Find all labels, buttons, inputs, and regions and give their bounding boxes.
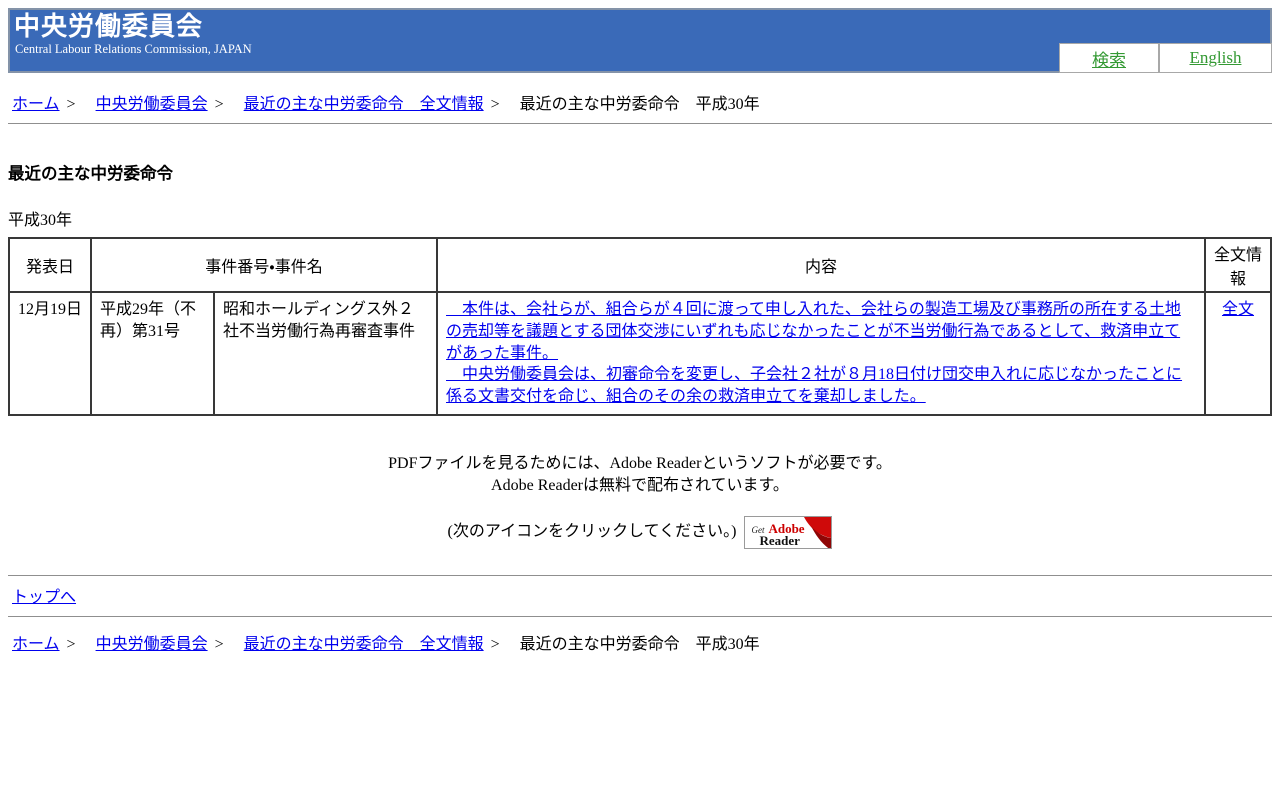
col-header-fulltext: 全文情報 — [1205, 238, 1271, 292]
cell-fulltext: 全文 — [1205, 292, 1271, 415]
summary-link-1[interactable]: 本件は、会社らが、組合らが４回に渡って申し入れた、会社らの製造工場及び事務所の所… — [446, 299, 1196, 364]
divider — [8, 615, 1272, 617]
breadcrumb-current: 最近の主な中労委命令 平成30年 — [519, 96, 760, 113]
summary-link-2[interactable]: 中央労働委員会は、初審命令を変更し、子会社２社が８月18日付け団交申入れに応じな… — [446, 364, 1196, 408]
pdf-note: PDFファイルを見るためには、Adobe Readerというソフトが必要です。 … — [8, 453, 1272, 549]
col-header-date: 発表日 — [9, 238, 91, 292]
english-link[interactable]: English — [1190, 48, 1242, 68]
pdf-note-line2: Adobe Readerは無料で配布されています。 — [491, 476, 789, 494]
english-tab[interactable]: English — [1159, 43, 1272, 73]
cell-date: 12月19日 — [9, 292, 91, 415]
breadcrumb-link-clrc[interactable]: 中央労働委員会 — [96, 96, 208, 113]
site-banner: 中央労働委員会 Central Labour Relations Commiss… — [8, 8, 1272, 73]
breadcrumb-link-clrc[interactable]: 中央労働委員会 — [96, 636, 208, 653]
orders-table: 発表日 事件番号・事件名 内容 全文情報 12月19日 平成29年（不再）第31… — [8, 237, 1272, 416]
search-tab[interactable]: 検索 — [1059, 43, 1159, 73]
table-header-row: 発表日 事件番号・事件名 内容 全文情報 — [9, 238, 1271, 292]
fulltext-link[interactable]: 全文 — [1222, 301, 1254, 318]
breadcrumb-separator: > — [490, 96, 500, 113]
breadcrumb-separator: > — [490, 635, 500, 653]
breadcrumb-link-home[interactable]: ホーム — [12, 96, 60, 113]
top-link[interactable]: トップへ — [12, 589, 76, 606]
cell-case-name: 昭和ホールディングス外２社不当労働行為再審査事件 — [214, 292, 438, 415]
breadcrumb-separator: > — [66, 635, 76, 653]
breadcrumb-footer: ホーム > 中央労働委員会 > 最近の主な中労委命令 全文情報 > 最近の主な中労委命令 平… — [12, 630, 1272, 654]
search-link[interactable]: 検索 — [1092, 46, 1126, 71]
breadcrumb-separator: > — [66, 96, 76, 113]
adobe-ribbon-icon — [804, 516, 832, 548]
divider — [8, 123, 1272, 124]
site-title: 中央労働委員会 — [14, 12, 204, 41]
cell-case-number: 平成29年（不再）第31号 — [91, 292, 214, 415]
breadcrumb-top: ホーム > 中央労働委員会 > 最近の主な中労委命令 全文情報 > 最近の主な中労委命令 平… — [12, 90, 1272, 114]
pdf-icon-line: (次のアイコンをクリックしてください。) Get Adobe Reader — [8, 515, 1272, 549]
get-adobe-reader-badge[interactable]: Get Adobe Reader — [744, 515, 833, 549]
badge-reader-label: Reader — [759, 532, 800, 548]
pdf-note-line3: (次のアイコンをクリックしてください。) — [447, 523, 737, 541]
col-header-case: 事件番号・事件名 — [91, 238, 438, 292]
year-heading: 平成30年 — [8, 212, 73, 229]
breadcrumb-separator: > — [214, 96, 224, 113]
breadcrumb-link-orders-fulltext[interactable]: 最近の主な中労委命令 全文情報 — [244, 636, 484, 653]
breadcrumb-separator: > — [214, 635, 224, 653]
page-title: 最近の主な中労委命令 — [8, 164, 173, 183]
breadcrumb-link-orders-fulltext[interactable]: 最近の主な中労委命令 全文情報 — [244, 96, 484, 113]
banner-tabs: 検索 English — [1059, 43, 1272, 73]
breadcrumb-current: 最近の主な中労委命令 平成30年 — [519, 635, 760, 653]
pdf-note-line1: PDFファイルを見るためには、Adobe Readerというソフトが必要です。 — [388, 454, 892, 472]
table-row: 12月19日 平成29年（不再）第31号 昭和ホールディングス外２社不当労働行為… — [9, 292, 1271, 415]
top-link-row: トップへ — [12, 583, 1272, 607]
breadcrumb-link-home[interactable]: ホーム — [12, 636, 60, 653]
cell-summary: 本件は、会社らが、組合らが４回に渡って申し入れた、会社らの製造工場及び事務所の所… — [437, 292, 1205, 415]
divider — [8, 574, 1272, 576]
col-header-content: 内容 — [437, 238, 1205, 292]
